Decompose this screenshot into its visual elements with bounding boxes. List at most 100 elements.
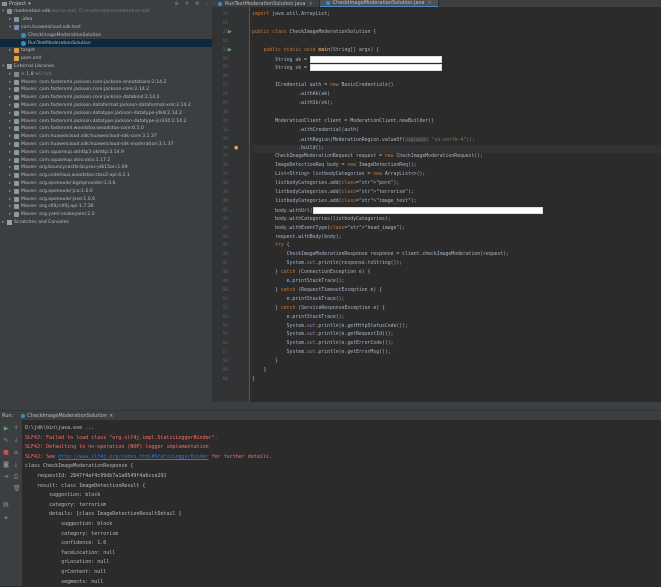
- scroll-down-icon[interactable]: ↓: [13, 438, 19, 444]
- code-line: CheckImageModerationResponse response = …: [252, 251, 661, 259]
- tree-item[interactable]: ▸Maven: com.fasterxml.jackson.core:jacks…: [0, 86, 212, 94]
- run-tab[interactable]: CheckImageModerationSolution ×: [17, 413, 117, 419]
- jar-icon: [14, 158, 19, 163]
- tree-item[interactable]: ▸Maven: org.bouncycastle:bcprov-jdk15on:…: [0, 164, 212, 172]
- tree-item[interactable]: pom.xml: [0, 55, 212, 63]
- close-icon[interactable]: ×: [427, 0, 431, 6]
- tree-item[interactable]: ▸Maven: org.yaml:snakeyaml:2.0: [0, 211, 212, 219]
- redacted-credential: [310, 64, 442, 71]
- tree-item[interactable]: ▾External Libraries: [0, 63, 212, 71]
- code-line: ModerationClient client = ModerationClie…: [252, 118, 661, 126]
- line-number: 51: [214, 297, 228, 302]
- jar-icon: [14, 165, 19, 170]
- console-line: segments: null: [25, 578, 661, 587]
- run-tab-label: CheckImageModerationSolution: [27, 413, 107, 419]
- lightbulb-icon[interactable]: ●: [234, 145, 238, 151]
- locate-icon[interactable]: ⊕: [175, 1, 179, 7]
- exit-icon[interactable]: ⇥: [3, 474, 9, 480]
- close-icon[interactable]: ×: [308, 1, 312, 7]
- tree-item[interactable]: ▸.idea: [0, 16, 212, 24]
- tree-item[interactable]: ▸Maven: com.huaweicloud.sdk:huaweicloud-…: [0, 133, 212, 141]
- tree-item-label: Maven: org.openeuler:jca:1.0.6: [21, 189, 93, 194]
- editor-tab[interactable]: RunTextModerationSolution.java×: [212, 0, 320, 7]
- console-line: category: terrorism: [25, 501, 661, 511]
- tree-item[interactable]: ▸Maven: org.openeuler:jsse:1.0.6: [0, 195, 212, 203]
- line-number: 52: [214, 306, 228, 311]
- line-number: 53: [214, 315, 228, 320]
- tree-item[interactable]: ▸Maven: com.fasterxml.jackson.datatype:j…: [0, 109, 212, 117]
- tree-item[interactable]: ▸Maven: com.fasterxml.woodstox:woodstox-…: [0, 125, 212, 133]
- line-number: 26: [214, 74, 228, 79]
- close-icon[interactable]: ×: [109, 413, 113, 419]
- tree-item[interactable]: ▾moderation-sdk source root, D:\moderati…: [0, 8, 212, 16]
- layout-icon[interactable]: ▤: [3, 502, 9, 508]
- tree-item[interactable]: ▸Maven: org.codehaus.woodstox:stax2-api:…: [0, 172, 212, 180]
- console-text: category: terrorism: [25, 502, 106, 508]
- chevron-down-icon[interactable]: ▾: [28, 1, 31, 7]
- code-line: body.withEventType(class="str">"head_ima…: [252, 225, 661, 233]
- line-number: 47: [214, 261, 228, 266]
- editor-tab-label: CheckImageModerationSolution.java: [333, 0, 425, 6]
- line-number: 45: [214, 243, 228, 248]
- code-line: public static void main(String[] args) {: [252, 47, 661, 55]
- gear-icon[interactable]: ⚙: [195, 1, 199, 7]
- line-number: 55: [214, 332, 228, 337]
- tree-item[interactable]: RunTextModerationSolution: [0, 39, 212, 47]
- project-tool-header[interactable]: Project ▾: [0, 1, 118, 7]
- collapse-icon[interactable]: ≑: [185, 1, 189, 7]
- code-line: [252, 73, 661, 81]
- tree-item[interactable]: ▸target: [0, 47, 212, 55]
- trash-icon[interactable]: 🗑: [13, 486, 19, 492]
- tree-item[interactable]: ▸Maven: org.openeuler:bgmprovider:1.0.6: [0, 180, 212, 188]
- editor-tab[interactable]: CheckImageModerationSolution.java×: [320, 0, 439, 7]
- run-gutter-icon[interactable]: ▶: [228, 47, 232, 53]
- tree-item[interactable]: ▸Scratches and Consoles: [0, 219, 212, 227]
- tree-item[interactable]: ▸Maven: com.fasterxml.jackson.core:jacks…: [0, 94, 212, 102]
- line-number: 60: [214, 377, 228, 382]
- code-editor[interactable]: 192021▶2223▶2425262728293031323334●35363…: [212, 7, 661, 402]
- console-text: qrContent: null: [25, 569, 106, 575]
- console-output[interactable]: D:\jdk\bin\java.exe ...SLF4J: Failed to …: [25, 424, 661, 587]
- wrench-icon[interactable]: ✎: [3, 438, 9, 444]
- tree-item[interactable]: ▸Maven: com.fasterxml.jackson.dataformat…: [0, 102, 212, 110]
- console-link[interactable]: http://www.slf4j.org/codes.html#StaticLo…: [58, 454, 209, 460]
- hide-icon[interactable]: –: [206, 1, 209, 7]
- tree-item[interactable]: ▸< 1.8 > D:\jdk: [0, 70, 212, 78]
- tree-item-label: Maven: com.squareup.okhttp3:okhttp:3.14.…: [21, 150, 124, 155]
- tree-item[interactable]: ▸Maven: com.fasterxml.jackson.datatype:j…: [0, 117, 212, 125]
- code-line: System.out.println(e.getHttpStatusCode()…: [252, 323, 661, 331]
- camera-icon[interactable]: ◙: [3, 462, 9, 468]
- tree-item-label: < 1.8 >: [21, 72, 39, 77]
- tree-item[interactable]: ▸Maven: org.openeuler:jca:1.0.6: [0, 187, 212, 195]
- line-number: 32: [214, 128, 228, 133]
- run-gutter-icon[interactable]: ▶: [228, 29, 232, 35]
- code-line: CheckImageModerationRequest request = ne…: [252, 153, 661, 161]
- tree-item-label: Maven: com.fasterxml.jackson.core:jackso…: [21, 80, 166, 85]
- pin-icon[interactable]: ✦: [3, 516, 9, 522]
- print-icon[interactable]: ⎙: [13, 474, 19, 480]
- panel-divider[interactable]: [0, 402, 661, 410]
- stop-icon[interactable]: ■: [3, 450, 9, 456]
- tree-item[interactable]: ▸Maven: org.slf4j:slf4j-api:1.7.36: [0, 203, 212, 211]
- code-line: } catch (RequestTimeoutException e) {: [252, 287, 661, 295]
- tree-item[interactable]: ▾com.huaweicloud.sdk.test: [0, 24, 212, 32]
- tree-item-label: moderation-sdk: [14, 9, 50, 14]
- jar-icon: [14, 134, 19, 139]
- tree-item[interactable]: ▸Maven: com.squareup.okio:okio:1.17.2: [0, 156, 212, 164]
- jar-icon: [14, 87, 19, 92]
- line-number: 27: [214, 83, 228, 88]
- rerun-icon[interactable]: ▶: [3, 426, 9, 432]
- scroll-end-icon[interactable]: ⤓: [13, 462, 19, 468]
- scroll-up-icon[interactable]: ↑: [13, 426, 19, 432]
- jar-icon: [14, 189, 19, 194]
- console-text: segments: null: [25, 579, 103, 585]
- soft-wrap-icon[interactable]: ≡: [13, 450, 19, 456]
- tree-item[interactable]: ▸Maven: com.fasterxml.jackson.core:jacks…: [0, 78, 212, 86]
- console-line: requestId: 2847f4af4c99db7a1a0549f4a6cce…: [25, 472, 661, 482]
- jar-icon: [14, 126, 19, 131]
- tree-item[interactable]: CheckImageModerationSolution: [0, 31, 212, 39]
- tree-item[interactable]: ▸Maven: com.squareup.okhttp3:okhttp:3.14…: [0, 148, 212, 156]
- code-line: System.out.println(response.toString());: [252, 260, 661, 268]
- tree-item[interactable]: ▸Maven: com.huaweicloud.sdk:huaweicloud-…: [0, 141, 212, 149]
- line-number: 20: [214, 21, 228, 26]
